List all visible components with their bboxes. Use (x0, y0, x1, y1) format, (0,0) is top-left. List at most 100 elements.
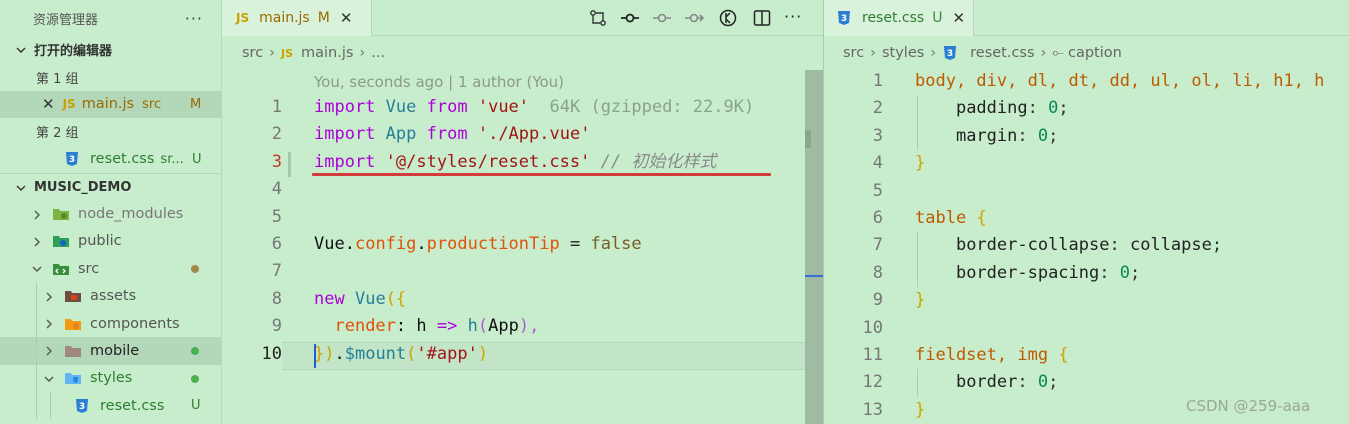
chevron-right-icon (42, 289, 56, 303)
open-editors-label: 打开的编辑器 (34, 44, 113, 60)
open-editor-main-js[interactable]: ✕ JS main.js src M (0, 90, 221, 119)
token: : (395, 316, 407, 337)
scrollbar-thumb[interactable] (805, 130, 811, 148)
breadcrumb-item[interactable]: reset.css (970, 45, 1034, 61)
close-tab-icon[interactable]: ✕ (952, 9, 965, 27)
breadcrumb-item[interactable]: src (843, 45, 864, 61)
previous-change-icon[interactable] (652, 8, 672, 28)
git-commit-icon[interactable] (620, 8, 640, 28)
css-value: collapse (1129, 235, 1212, 256)
editor-group-2: 第 2 组 (0, 118, 221, 145)
untracked-dot (191, 347, 199, 356)
line-number: 13 (862, 399, 883, 420)
split-editor-icon[interactable] (752, 8, 772, 28)
open-editors-section[interactable]: 打开的编辑器 (0, 36, 221, 63)
import-cost-hint: 64K (gzipped: 22.9K) (549, 97, 755, 117)
tree-item-styles[interactable]: styles (0, 364, 221, 393)
token: import (314, 124, 376, 145)
next-change-icon[interactable] (684, 8, 704, 28)
line-number: 5 (271, 206, 282, 227)
tree-item-components[interactable]: components (0, 309, 221, 338)
css-value: 0 (1037, 372, 1049, 393)
tree-item-assets[interactable]: assets (0, 282, 221, 310)
chevron-right-icon (42, 344, 56, 358)
project-section[interactable]: MUSIC_DEMO (0, 172, 221, 200)
chevron-down-icon (42, 371, 56, 385)
folder-assets-icon (64, 288, 82, 304)
gutter-change-marker (288, 152, 291, 177)
svg-text:3: 3 (79, 402, 85, 412)
line-number: 4 (872, 153, 883, 174)
tree-item-mobile[interactable]: mobile (0, 337, 221, 365)
token: h (467, 316, 478, 337)
close-tab-icon[interactable]: ✕ (340, 9, 353, 27)
tab-main-js[interactable]: JS main.js M ✕ (222, 0, 372, 36)
codelens-blame[interactable]: You, seconds ago | 1 author (You) (314, 70, 564, 94)
code-line: border-spacing: 0; (955, 262, 1141, 283)
line-number: 1 (872, 71, 883, 91)
token: ( (477, 316, 489, 337)
untracked-badge: U (932, 10, 943, 26)
more-actions-icon[interactable]: ··· (784, 7, 802, 26)
css-property: border-spacing (955, 262, 1100, 283)
right-breadcrumb: src › styles › 3 reset.css › ⟜ caption (843, 36, 1122, 70)
symbol-icon: ⟜ (1052, 45, 1064, 61)
tree-item-public[interactable]: public (0, 228, 221, 255)
tree-item-label: reset.css (100, 397, 165, 414)
line-number: 11 (862, 345, 883, 365)
token: ) (477, 343, 489, 364)
code-line: fieldset, img { (915, 345, 1069, 365)
line-number: 6 (872, 208, 883, 228)
tree-item-src[interactable]: src (0, 255, 221, 282)
breadcrumb-item[interactable]: ... (371, 45, 385, 61)
chevron-right-icon (30, 207, 44, 221)
right-code-editor[interactable]: 1 2 3 4 5 6 7 8 9 10 11 12 13 body, div,… (824, 66, 1349, 424)
breadcrumb-item[interactable]: caption (1068, 45, 1122, 61)
timeline-icon[interactable] (718, 8, 738, 28)
code-line: body, div, dl, dt, dd, ul, ol, li, h1, h (915, 68, 1324, 95)
token: render (334, 316, 396, 337)
vertical-scrollbar[interactable] (805, 70, 823, 424)
tree-item-label: src (78, 260, 100, 277)
tree-item-label: node_modules (78, 206, 184, 223)
breadcrumb-item[interactable]: main.js (301, 45, 353, 61)
breadcrumb-item[interactable]: styles (882, 45, 924, 61)
svg-text:3: 3 (947, 49, 953, 59)
token: }) (314, 343, 335, 364)
line-number: 1 (271, 97, 282, 117)
explorer-header: 资源管理器 ··· (0, 0, 221, 36)
token: ), (518, 316, 540, 337)
line-number: 9 (271, 316, 282, 337)
indent-guide (50, 392, 51, 420)
modified-badge: M (317, 10, 330, 26)
token: h (416, 316, 427, 337)
code-line: render: h => h(App), (314, 313, 539, 340)
tree-item-label: styles (90, 370, 133, 387)
token: ({ (385, 288, 407, 309)
modified-badge: M (190, 96, 202, 112)
css-property: margin (955, 125, 1018, 146)
breadcrumb-item[interactable]: src (242, 45, 263, 61)
token: Vue (354, 288, 386, 309)
open-editor-reset-css[interactable]: 3 reset.css sr... U (0, 146, 221, 173)
css-value: 0 (1048, 98, 1059, 119)
more-actions-icon[interactable]: ··· (185, 9, 203, 28)
tree-item-node-modules[interactable]: node_modules (0, 200, 221, 227)
folder-icon (64, 343, 82, 359)
indent-guide (36, 309, 37, 338)
tree-item-reset-css[interactable]: 3 reset.css U (0, 392, 221, 420)
line-number: 10 (261, 343, 282, 364)
token: . (334, 343, 345, 364)
close-icon[interactable]: ✕ (42, 95, 55, 113)
tab-reset-css[interactable]: 3 reset.css U ✕ (824, 0, 974, 36)
line-number: 8 (271, 288, 282, 309)
code-line: import Vue from 'vue' 64K (gzipped: 22.9… (314, 94, 754, 121)
left-code-editor[interactable]: You, seconds ago | 1 author (You) 1 2 3 … (222, 70, 823, 424)
line-number: 7 (872, 235, 883, 256)
folder-public-icon (52, 233, 70, 249)
breadcrumb-separator-icon: › (870, 45, 876, 61)
code-line: table { (915, 208, 987, 228)
open-changes-icon[interactable] (588, 8, 608, 28)
css-value: 0 (1037, 125, 1049, 146)
css-property: padding (955, 98, 1028, 119)
